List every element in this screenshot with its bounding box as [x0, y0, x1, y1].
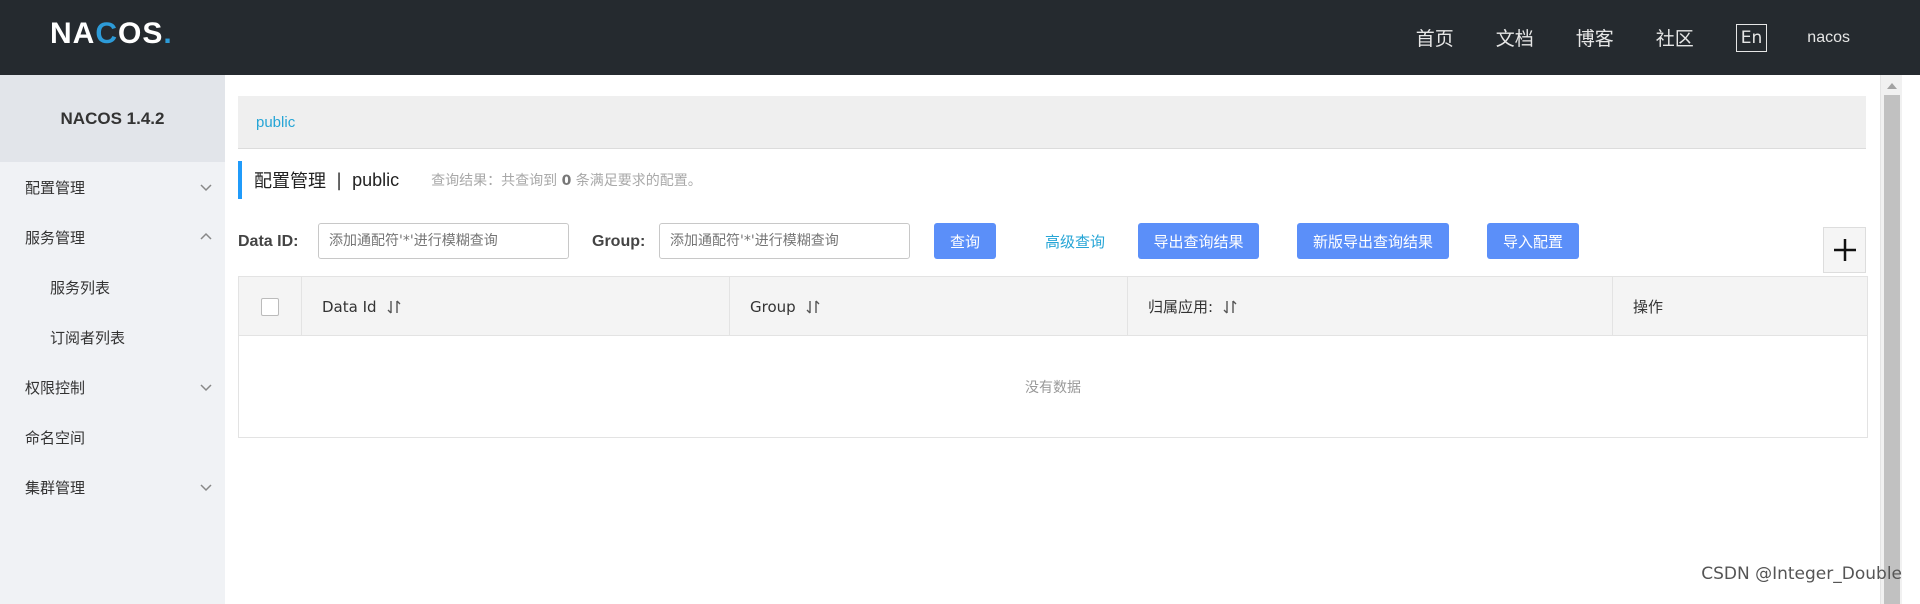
chevron-up-icon — [200, 232, 212, 240]
sidebar-item-label: 服务列表 — [50, 278, 111, 297]
page-title: 配置管理 | public 查询结果：共查询到 0 条满足要求的配置。 — [238, 161, 702, 199]
sidebar-item-namespace[interactable]: 命名空间 — [0, 412, 225, 462]
column-actions: 操作 — [1613, 277, 1867, 336]
sort-icon[interactable] — [387, 299, 401, 315]
scroll-up-arrow-icon[interactable] — [1887, 83, 1897, 89]
import-config-button[interactable]: 导入配置 — [1487, 223, 1579, 259]
query-button[interactable]: 查询 — [934, 223, 996, 259]
main-content: public 配置管理 | public 查询结果：共查询到 0 条满足要求的配… — [225, 75, 1880, 604]
namespace-link-public[interactable]: public — [256, 114, 295, 131]
sidebar-item-service-list[interactable]: 服务列表 — [0, 262, 225, 312]
select-all-checkbox[interactable] — [261, 297, 279, 316]
column-label: 归属应用: — [1148, 298, 1214, 316]
sidebar-title: NACOS 1.4.2 — [0, 75, 225, 162]
chevron-down-icon — [200, 384, 212, 392]
top-nav: 首页 文档 博客 社区 En nacos — [1374, 0, 1850, 75]
nav-docs[interactable]: 文档 — [1496, 24, 1534, 51]
page-title-text: 配置管理 — [254, 171, 326, 192]
plus-icon — [1833, 239, 1856, 261]
title-separator: | — [336, 169, 343, 191]
export-results-button[interactable]: 导出查询结果 — [1138, 223, 1259, 259]
data-id-input[interactable] — [318, 223, 569, 259]
advanced-query-link[interactable]: 高级查询 — [1045, 231, 1105, 252]
user-name[interactable]: nacos — [1807, 29, 1850, 47]
select-all-cell — [239, 277, 302, 336]
sort-icon[interactable] — [1223, 299, 1237, 315]
title-namespace: public — [352, 169, 400, 190]
sidebar-item-service-management[interactable]: 服务管理 — [0, 212, 225, 262]
sidebar-item-label: 集群管理 — [25, 478, 86, 497]
sidebar-item-label: 服务管理 — [25, 228, 86, 247]
nacos-logo[interactable]: NACOS. — [50, 17, 173, 51]
column-data-id[interactable]: Data Id — [302, 277, 730, 336]
scrollbar-thumb[interactable] — [1884, 95, 1900, 604]
sidebar-item-subscriber-list[interactable]: 订阅者列表 — [0, 312, 225, 362]
watermark: CSDN @Integer_Double — [1701, 564, 1902, 584]
sidebar-item-cluster-management[interactable]: 集群管理 — [0, 462, 225, 512]
column-group[interactable]: Group — [730, 277, 1128, 336]
chevron-down-icon — [200, 184, 212, 192]
sidebar-item-label: 订阅者列表 — [50, 328, 126, 347]
language-switch-button[interactable]: En — [1735, 23, 1768, 52]
nav-community[interactable]: 社区 — [1656, 24, 1694, 51]
vertical-scrollbar[interactable] — [1880, 75, 1902, 604]
nav-blog[interactable]: 博客 — [1576, 24, 1614, 51]
column-app[interactable]: 归属应用: — [1128, 277, 1613, 336]
sidebar: NACOS 1.4.2 配置管理 服务管理 服务列表 订阅者列表 权限控制 命名… — [0, 75, 225, 604]
sort-icon[interactable] — [806, 299, 820, 315]
data-id-label: Data ID: — [238, 233, 299, 250]
config-table: Data Id Group 归属应用: 操作 没有数据 — [238, 276, 1868, 438]
sidebar-item-label: 命名空间 — [25, 428, 86, 447]
table-empty-message: 没有数据 — [1025, 380, 1081, 396]
chevron-down-icon — [200, 484, 212, 492]
group-input[interactable] — [659, 223, 910, 259]
namespace-bar: public — [238, 96, 1866, 149]
new-export-results-button[interactable]: 新版导出查询结果 — [1297, 223, 1449, 259]
nav-home[interactable]: 首页 — [1416, 24, 1454, 51]
column-label: Data Id — [322, 297, 377, 316]
search-form: Data ID: Group: 查询 高级查询 导出查询结果 新版导出查询结果 … — [238, 223, 1866, 273]
sidebar-item-label: 配置管理 — [25, 178, 86, 197]
group-label: Group: — [592, 233, 646, 250]
result-count: 0 — [561, 173, 572, 189]
column-label: 操作 — [1633, 298, 1664, 316]
query-result-summary: 查询结果：共查询到 0 条满足要求的配置。 — [431, 173, 702, 189]
sidebar-item-label: 权限控制 — [25, 378, 86, 397]
sidebar-item-access-control[interactable]: 权限控制 — [0, 362, 225, 412]
column-label: Group — [750, 297, 796, 316]
sidebar-item-config-management[interactable]: 配置管理 — [0, 162, 225, 212]
add-config-button[interactable] — [1823, 227, 1866, 273]
top-navbar: NACOS. 首页 文档 博客 社区 En nacos — [0, 0, 1920, 75]
table-header: Data Id Group 归属应用: 操作 — [239, 277, 1867, 336]
